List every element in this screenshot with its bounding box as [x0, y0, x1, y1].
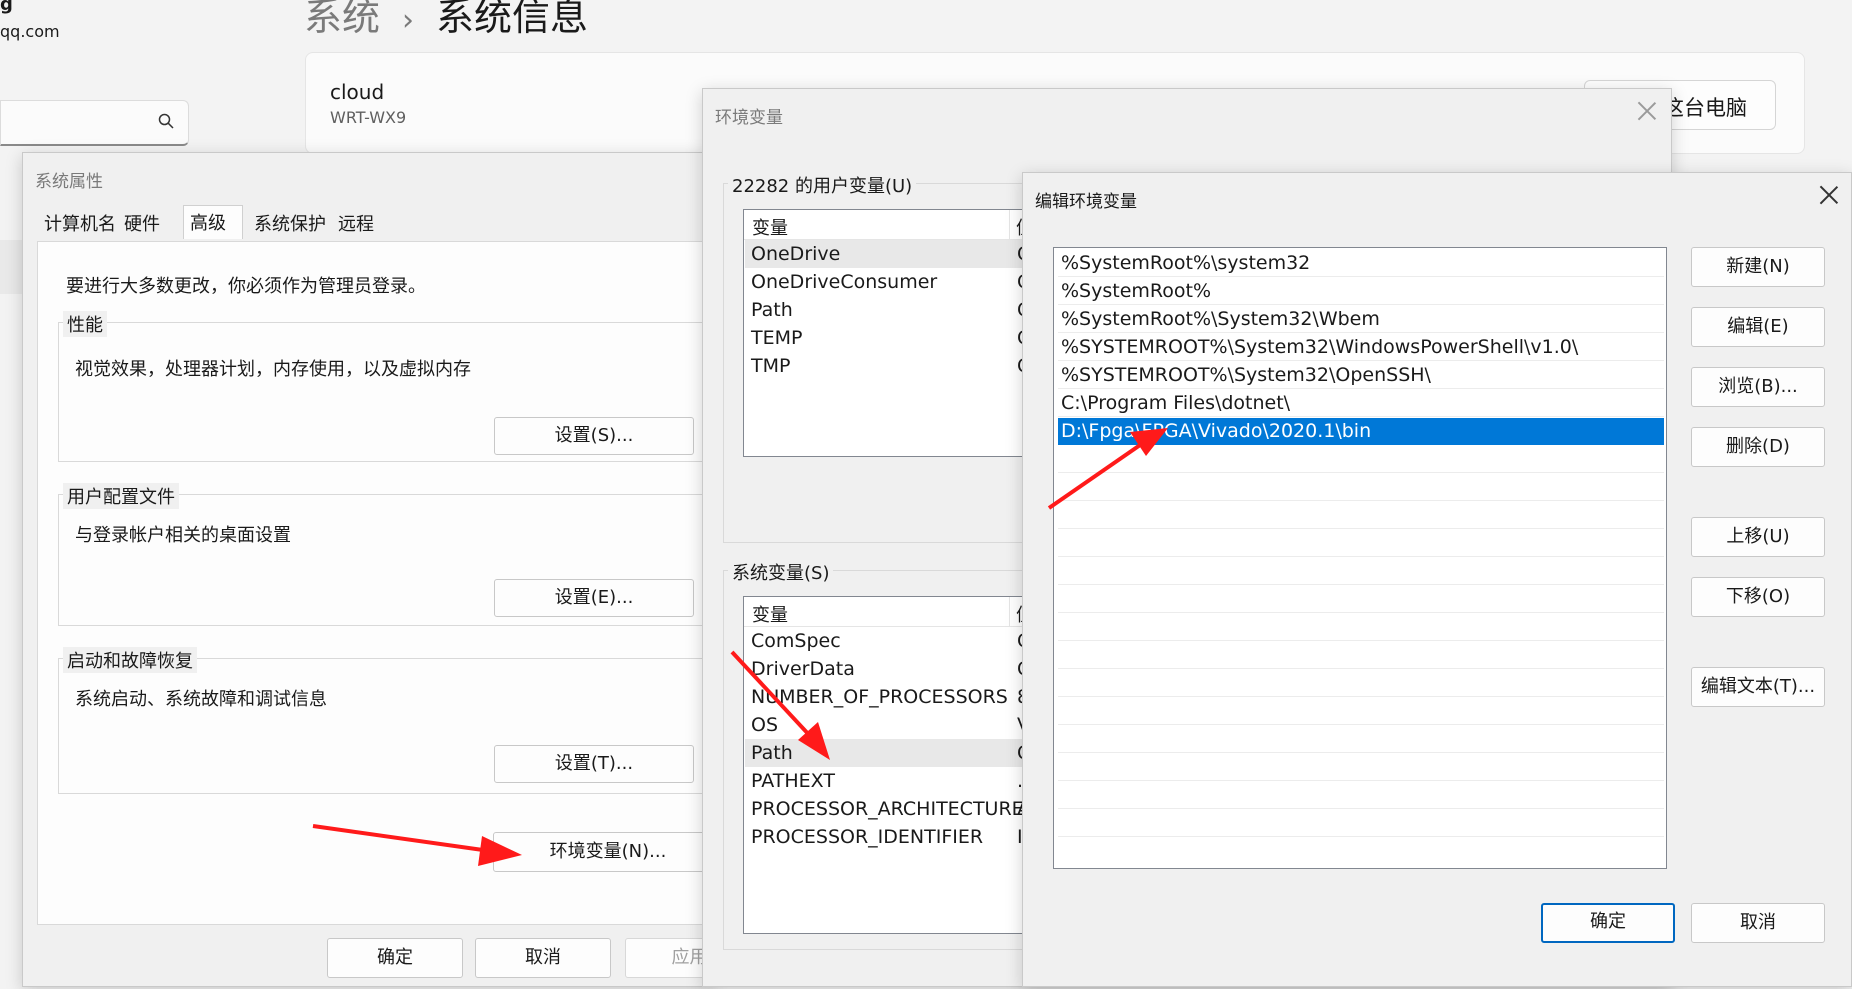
- path-entry-empty[interactable]: [1058, 446, 1664, 473]
- account-name: g: [0, 0, 13, 15]
- path-entry-empty[interactable]: [1058, 502, 1664, 529]
- browse-button[interactable]: 浏览(B)...: [1691, 367, 1825, 407]
- path-entry[interactable]: %SYSTEMROOT%\System32\WindowsPowerShell\…: [1058, 334, 1664, 361]
- path-entry[interactable]: %SYSTEMROOT%\System32\OpenSSH\: [1058, 362, 1664, 389]
- edit-text-button[interactable]: 编辑文本(T)...: [1691, 667, 1825, 707]
- variable-name: ComSpec: [751, 630, 841, 652]
- sidebar-selection-strip: [0, 240, 24, 294]
- path-entry[interactable]: %SystemRoot%\system32: [1058, 250, 1664, 277]
- performance-settings-button[interactable]: 设置(S)...: [494, 417, 694, 455]
- variable-name: NUMBER_OF_PROCESSORS: [751, 686, 1008, 708]
- tab-remote[interactable]: 远程: [331, 209, 381, 239]
- performance-description: 视觉效果，处理器计划，内存使用，以及虚拟内存: [75, 359, 471, 380]
- variable-name: OneDriveConsumer: [751, 271, 938, 293]
- user-variables-group-title: 22282 的用户变量(U): [728, 172, 917, 198]
- tab-system-protection[interactable]: 系统保护: [247, 209, 333, 239]
- new-button[interactable]: 新建(N): [1691, 247, 1825, 287]
- path-entry[interactable]: C:\Program Files\dotnet\: [1058, 390, 1664, 417]
- system-properties-ok-button[interactable]: 确定: [327, 938, 463, 978]
- device-name: cloud: [330, 80, 385, 104]
- performance-group: 性能 视觉效果，处理器计划，内存使用，以及虚拟内存 设置(S)...: [58, 311, 718, 462]
- path-entries-list[interactable]: %SystemRoot%\system32 %SystemRoot% %Syst…: [1053, 247, 1667, 869]
- system-variables-header-name[interactable]: 变量: [752, 601, 788, 627]
- performance-group-title: 性能: [63, 311, 107, 337]
- startup-recovery-group: 启动和故障恢复 系统启动、系统故障和调试信息 设置(T)...: [58, 647, 718, 794]
- path-entry-empty[interactable]: [1058, 754, 1664, 781]
- path-entry-empty[interactable]: [1058, 558, 1664, 585]
- move-up-button[interactable]: 上移(U): [1691, 517, 1825, 557]
- system-variables-header-divider[interactable]: [1009, 597, 1010, 626]
- environment-variables-title: 环境变量: [715, 108, 783, 128]
- system-properties-title: 系统属性: [35, 172, 103, 192]
- path-entry-empty[interactable]: [1058, 670, 1664, 697]
- rename-pc-label: 这台电脑: [1663, 96, 1747, 120]
- path-entry-empty[interactable]: [1058, 810, 1664, 837]
- path-entry-empty[interactable]: [1058, 838, 1664, 865]
- path-entry-empty[interactable]: [1058, 726, 1664, 753]
- path-entry-empty[interactable]: [1058, 586, 1664, 613]
- path-entry[interactable]: %SystemRoot%\System32\Wbem: [1058, 306, 1664, 333]
- variable-name: PATHEXT: [751, 770, 835, 792]
- tab-computer-name[interactable]: 计算机名: [37, 209, 123, 239]
- breadcrumb-separator: ›: [402, 3, 415, 38]
- variable-name: TEMP: [751, 327, 803, 349]
- startup-recovery-group-title: 启动和故障恢复: [63, 647, 197, 673]
- variable-name: OS: [751, 714, 779, 736]
- user-profiles-group: 用户配置文件 与登录帐户相关的桌面设置 设置(E)...: [58, 483, 718, 626]
- path-entry[interactable]: %SystemRoot%: [1058, 278, 1664, 305]
- edit-env-ok-button[interactable]: 确定: [1541, 903, 1675, 943]
- environment-variables-button[interactable]: 环境变量(N)...: [493, 832, 723, 872]
- variable-name: DriverData: [751, 658, 855, 680]
- breadcrumb-current: 系统信息: [436, 0, 589, 39]
- user-profiles-description: 与登录帐户相关的桌面设置: [75, 525, 291, 546]
- path-entry-empty[interactable]: [1058, 614, 1664, 641]
- path-entry-empty[interactable]: [1058, 474, 1664, 501]
- variable-name: PROCESSOR_IDENTIFIER: [751, 826, 984, 848]
- edit-environment-variable-close-icon[interactable]: [1817, 183, 1841, 207]
- delete-button[interactable]: 删除(D): [1691, 427, 1825, 467]
- path-entry-empty[interactable]: [1058, 698, 1664, 725]
- edit-env-cancel-button[interactable]: 取消: [1691, 903, 1825, 943]
- variable-name: TMP: [751, 355, 791, 377]
- variable-name: PROCESSOR_ARCHITECTURE: [751, 798, 1024, 820]
- path-entry-selected[interactable]: D:\Fpga\FPGA\Vivado\2020.1\bin: [1058, 418, 1664, 445]
- admin-notice: 要进行大多数更改，你必须作为管理员登录。: [66, 276, 426, 297]
- user-variables-header-name[interactable]: 变量: [752, 214, 788, 240]
- user-variables-header-divider[interactable]: [1009, 210, 1010, 239]
- edit-environment-variable-dialog: 编辑环境变量 %SystemRoot%\system32 %SystemRoot…: [1022, 172, 1852, 987]
- breadcrumb: 系统 › 系统信息: [304, 0, 588, 41]
- system-properties-cancel-button[interactable]: 取消: [475, 938, 611, 978]
- edit-environment-variable-title: 编辑环境变量: [1035, 192, 1137, 212]
- tab-advanced[interactable]: 高级: [183, 205, 243, 239]
- settings-search-input[interactable]: [0, 100, 189, 146]
- environment-variables-close-icon[interactable]: [1635, 99, 1659, 123]
- user-profiles-group-title: 用户配置文件: [63, 483, 179, 509]
- path-entry-empty[interactable]: [1058, 642, 1664, 669]
- user-profiles-settings-button[interactable]: 设置(E)...: [494, 579, 694, 617]
- startup-recovery-settings-button[interactable]: 设置(T)...: [494, 745, 694, 783]
- tab-hardware[interactable]: 硬件: [117, 209, 167, 239]
- advanced-tab-panel: 要进行大多数更改，你必须作为管理员登录。 性能 视觉效果，处理器计划，内存使用，…: [37, 241, 723, 925]
- startup-recovery-description: 系统启动、系统故障和调试信息: [75, 689, 327, 710]
- variable-name: Path: [751, 742, 793, 764]
- variable-name: OneDrive: [751, 243, 841, 265]
- breadcrumb-parent[interactable]: 系统: [304, 0, 380, 39]
- variable-name: Path: [751, 299, 793, 321]
- system-properties-dialog: 系统属性 计算机名 硬件 高级 系统保护 远程 要进行大多数更改，你必须作为管理…: [22, 152, 761, 987]
- account-email: qq.com: [0, 22, 60, 41]
- search-icon: [158, 113, 174, 129]
- move-down-button[interactable]: 下移(O): [1691, 577, 1825, 617]
- device-model: WRT-WX9: [330, 108, 407, 127]
- system-variables-group-title: 系统变量(S): [728, 559, 834, 585]
- path-entry-empty[interactable]: [1058, 530, 1664, 557]
- path-entry-empty[interactable]: [1058, 782, 1664, 809]
- edit-button[interactable]: 编辑(E): [1691, 307, 1825, 347]
